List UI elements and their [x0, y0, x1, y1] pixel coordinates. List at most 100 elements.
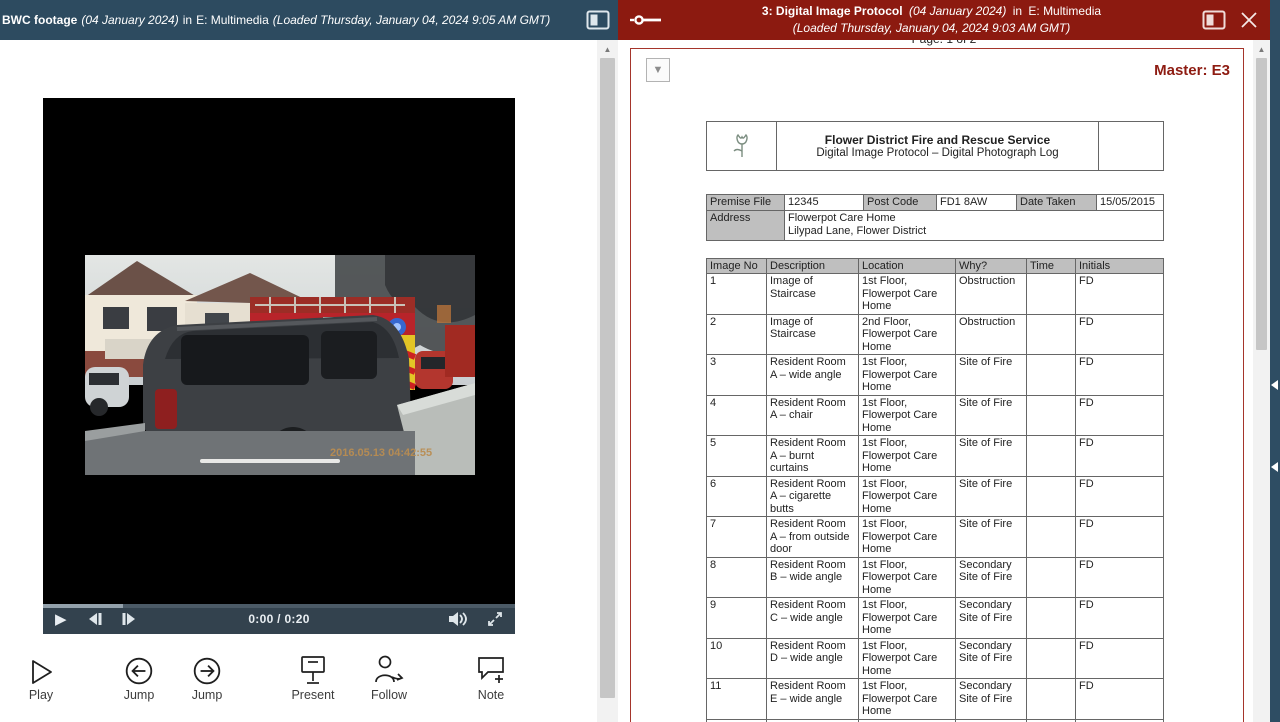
- toolbar-note-label: Note: [459, 688, 523, 702]
- toolbar-follow-button[interactable]: Follow: [357, 652, 421, 702]
- log-table-cell: 11: [707, 679, 767, 720]
- note-icon: [459, 652, 523, 686]
- org-logo-cell: [707, 122, 777, 171]
- log-table-cell: Site of Fire: [956, 476, 1027, 517]
- log-table-cell: FD: [1076, 557, 1164, 598]
- log-header-location: Location: [859, 259, 956, 274]
- log-table-cell: Site of Fire: [956, 436, 1027, 477]
- right-panel-scrollbar[interactable]: ▲: [1253, 40, 1270, 722]
- bwc-panel-header[interactable]: BWC footage (04 January 2024) in E: Mult…: [0, 0, 618, 40]
- jump-forward-icon: [175, 652, 239, 686]
- log-table-cell: 2: [707, 314, 767, 355]
- log-table-cell: Secondary Site of Fire: [956, 679, 1027, 720]
- log-table-row: 9Resident Room C – wide angle1st Floor, …: [707, 598, 1164, 639]
- log-table-cell: Site of Fire: [956, 355, 1027, 396]
- log-table-cell: 3: [707, 355, 767, 396]
- log-table-cell: [1027, 314, 1076, 355]
- log-table-cell: 1st Floor, Flowerpot Care Home: [859, 476, 956, 517]
- video-screen[interactable]: 2016.05.13 04:42:55: [43, 98, 515, 604]
- document-page: ▼ Master: E3 Flower District Fire: [630, 48, 1244, 722]
- log-table-cell: Site of Fire: [956, 517, 1027, 558]
- scroll-up-icon[interactable]: ▲: [1253, 40, 1270, 56]
- step-back-icon[interactable]: [85, 610, 105, 628]
- log-table-cell: 1st Floor, Flowerpot Care Home: [859, 395, 956, 436]
- log-table-row: 7Resident Room A – from outside door1st …: [707, 517, 1164, 558]
- link-key-icon[interactable]: [628, 11, 666, 29]
- log-table-cell: 1st Floor, Flowerpot Care Home: [859, 557, 956, 598]
- log-table-cell: Obstruction: [956, 314, 1027, 355]
- volume-icon[interactable]: [445, 609, 469, 629]
- log-table-row: 11Resident Room E – wide angle1st Floor,…: [707, 679, 1164, 720]
- log-table-cell: FD: [1076, 476, 1164, 517]
- collapsed-panel-expand-strip[interactable]: [1270, 0, 1280, 722]
- post-code-label: Post Code: [864, 195, 937, 211]
- log-table-cell: 1: [707, 274, 767, 315]
- log-table-row: 8Resident Room B – wide angle1st Floor, …: [707, 557, 1164, 598]
- log-table-cell: 8: [707, 557, 767, 598]
- log-table-cell: FD: [1076, 355, 1164, 396]
- time-display: 0:00 / 0:20: [248, 612, 309, 626]
- toolbar-note-button[interactable]: Note: [459, 652, 523, 702]
- log-header-description: Description: [767, 259, 859, 274]
- marker-dropdown-icon[interactable]: ▼: [646, 58, 670, 82]
- address-value: Flowerpot Care Home Lilypad Lane, Flower…: [785, 211, 1164, 241]
- left-panel-scrollbar[interactable]: ▲: [597, 40, 618, 722]
- fullscreen-icon[interactable]: [485, 609, 505, 629]
- toolbar-jump-forward-button[interactable]: Jump: [175, 652, 239, 702]
- split-panel-icon[interactable]: [584, 8, 612, 32]
- follow-icon: [357, 652, 421, 686]
- play-outline-icon: [9, 652, 73, 686]
- flower-logo-icon: [730, 130, 754, 162]
- protocol-panel-header[interactable]: 3: Digital Image Protocol (04 January 20…: [618, 0, 1270, 40]
- log-table-cell: FD: [1076, 598, 1164, 639]
- step-forward-icon[interactable]: [119, 610, 139, 628]
- bwc-panel-location: E: Multimedia: [196, 13, 269, 27]
- log-table-cell: 10: [707, 638, 767, 679]
- jump-back-icon: [107, 652, 171, 686]
- org-title-cell: Flower District Fire and Rescue Service …: [777, 122, 1099, 171]
- toolbar-play-label: Play: [9, 688, 73, 702]
- log-table-row: 10Resident Room D – wide angle1st Floor,…: [707, 638, 1164, 679]
- evidence-review-workspace: BWC footage (04 January 2024) in E: Mult…: [0, 0, 1280, 722]
- scroll-up-icon[interactable]: ▲: [597, 40, 618, 56]
- toolbar-play-button[interactable]: Play: [9, 652, 73, 702]
- log-table-cell: [1027, 598, 1076, 639]
- premise-table: Premise File 12345 Post Code FD1 8AW Dat…: [706, 194, 1164, 241]
- log-table-cell: 5: [707, 436, 767, 477]
- seek-bar[interactable]: [43, 604, 515, 608]
- close-icon[interactable]: [1238, 9, 1260, 31]
- bwc-panel-connector: in: [183, 13, 192, 27]
- chevron-left-icon: [1271, 380, 1278, 390]
- master-reference-label: Master: E3: [1154, 62, 1230, 79]
- left-scrollbar-thumb[interactable]: [600, 58, 615, 698]
- bwc-panel-date: (04 January 2024): [81, 13, 178, 27]
- log-table-cell: Resident Room C – wide angle: [767, 598, 859, 639]
- log-table-cell: 1st Floor, Flowerpot Care Home: [859, 274, 956, 315]
- bwc-panel-loaded: (Loaded Thursday, January 04, 2024 9:05 …: [273, 13, 550, 27]
- log-table-cell: Resident Room A – chair: [767, 395, 859, 436]
- log-table-cell: 1st Floor, Flowerpot Care Home: [859, 598, 956, 639]
- log-table-cell: [1027, 557, 1076, 598]
- log-table-cell: 2nd Floor, Flowerpot Care Home: [859, 314, 956, 355]
- toolbar-present-label: Present: [281, 688, 345, 702]
- toolbar-jump-back-button[interactable]: Jump: [107, 652, 171, 702]
- date-taken-label: Date Taken: [1017, 195, 1097, 211]
- log-table-cell: [1027, 638, 1076, 679]
- log-header-initials: Initials: [1076, 259, 1164, 274]
- log-table-cell: Resident Room A – from outside door: [767, 517, 859, 558]
- org-empty-cell: [1099, 122, 1164, 171]
- log-table-cell: Site of Fire: [956, 395, 1027, 436]
- log-table-row: 4Resident Room A – chair1st Floor, Flowe…: [707, 395, 1164, 436]
- org-header-table: Flower District Fire and Rescue Service …: [706, 121, 1164, 171]
- toolbar-present-button[interactable]: Present: [281, 652, 345, 702]
- split-panel-icon[interactable]: [1200, 8, 1228, 32]
- log-header-time: Time: [1027, 259, 1076, 274]
- toolbar-follow-label: Follow: [357, 688, 421, 702]
- video-timestamp-overlay: 2016.05.13 04:42:55: [330, 447, 432, 459]
- present-icon: [281, 652, 345, 686]
- log-table-cell: [1027, 476, 1076, 517]
- log-table-row: 6Resident Room A – cigarette butts1st Fl…: [707, 476, 1164, 517]
- play-icon[interactable]: ▶: [53, 610, 69, 629]
- log-table-cell: 1st Floor, Flowerpot Care Home: [859, 638, 956, 679]
- right-scrollbar-thumb[interactable]: [1256, 58, 1267, 350]
